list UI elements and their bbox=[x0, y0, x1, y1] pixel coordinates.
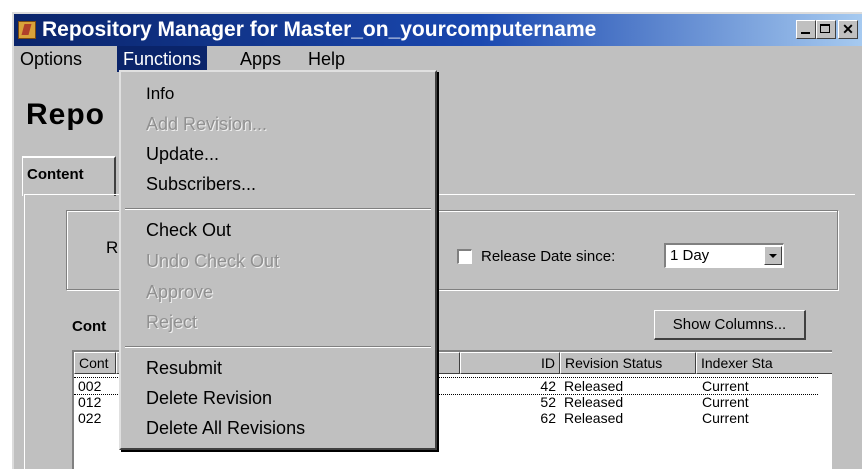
close-icon[interactable]: ✕ bbox=[838, 20, 858, 39]
release-date-label: Release Date since: bbox=[481, 248, 616, 265]
menu-item-add-revision[interactable]: Add Revision... bbox=[146, 114, 267, 135]
column-header-content-id[interactable]: Cont bbox=[74, 352, 116, 374]
tab-content[interactable]: Content bbox=[22, 156, 116, 196]
maximize-icon[interactable] bbox=[816, 20, 836, 39]
menu-item-update[interactable]: Update... bbox=[146, 144, 219, 165]
show-columns-label: Show Columns... bbox=[672, 316, 787, 333]
menu-item-delete-all-revisions[interactable]: Delete All Revisions bbox=[146, 418, 305, 439]
release-date-value: 1 Day bbox=[670, 247, 710, 264]
menu-separator bbox=[125, 346, 431, 348]
menu-item-subscribers[interactable]: Subscribers... bbox=[146, 174, 256, 195]
column-header-revision-status[interactable]: Revision Status bbox=[560, 352, 696, 374]
release-date-checkbox[interactable] bbox=[457, 249, 472, 264]
window-title: Repository Manager for Master_on_yourcom… bbox=[42, 18, 597, 41]
column-header-indexer-status[interactable]: Indexer Sta bbox=[696, 352, 832, 374]
release-date-select[interactable]: 1 Day bbox=[664, 243, 784, 268]
menu-item-info[interactable]: Info bbox=[146, 84, 174, 104]
page-title: Repo bbox=[26, 98, 105, 131]
show-columns-button[interactable]: Show Columns... bbox=[654, 310, 806, 340]
menu-item-resubmit[interactable]: Resubmit bbox=[146, 358, 222, 379]
functions-dropdown-menu: Info Add Revision... Update... Subscribe… bbox=[119, 70, 437, 450]
repository-manager-window: Repository Manager for Master_on_yourcom… bbox=[12, 12, 862, 469]
menu-item-check-out[interactable]: Check Out bbox=[146, 220, 231, 241]
tab-content-label: Content bbox=[27, 166, 84, 183]
chevron-down-icon[interactable] bbox=[764, 246, 782, 265]
repository-app-icon[interactable] bbox=[18, 21, 36, 39]
content-section-label: Cont bbox=[72, 318, 107, 335]
menu-item-undo-check-out[interactable]: Undo Check Out bbox=[146, 251, 279, 272]
menu-bar: Options Functions Apps Help bbox=[14, 46, 862, 72]
menu-separator bbox=[125, 208, 431, 210]
menu-item-approve[interactable]: Approve bbox=[146, 282, 213, 303]
minimize-icon[interactable] bbox=[796, 20, 816, 39]
menu-apps[interactable]: Apps bbox=[234, 46, 287, 72]
menu-item-delete-revision[interactable]: Delete Revision bbox=[146, 388, 272, 409]
menu-options[interactable]: Options bbox=[14, 46, 88, 72]
title-bar[interactable]: Repository Manager for Master_on_yourcom… bbox=[14, 14, 862, 46]
column-header-id[interactable]: ID bbox=[460, 352, 560, 374]
menu-item-reject[interactable]: Reject bbox=[146, 312, 197, 333]
menu-help[interactable]: Help bbox=[302, 46, 351, 72]
menu-functions[interactable]: Functions bbox=[117, 46, 208, 72]
filter-checkbox-glyph[interactable]: R bbox=[106, 238, 118, 258]
